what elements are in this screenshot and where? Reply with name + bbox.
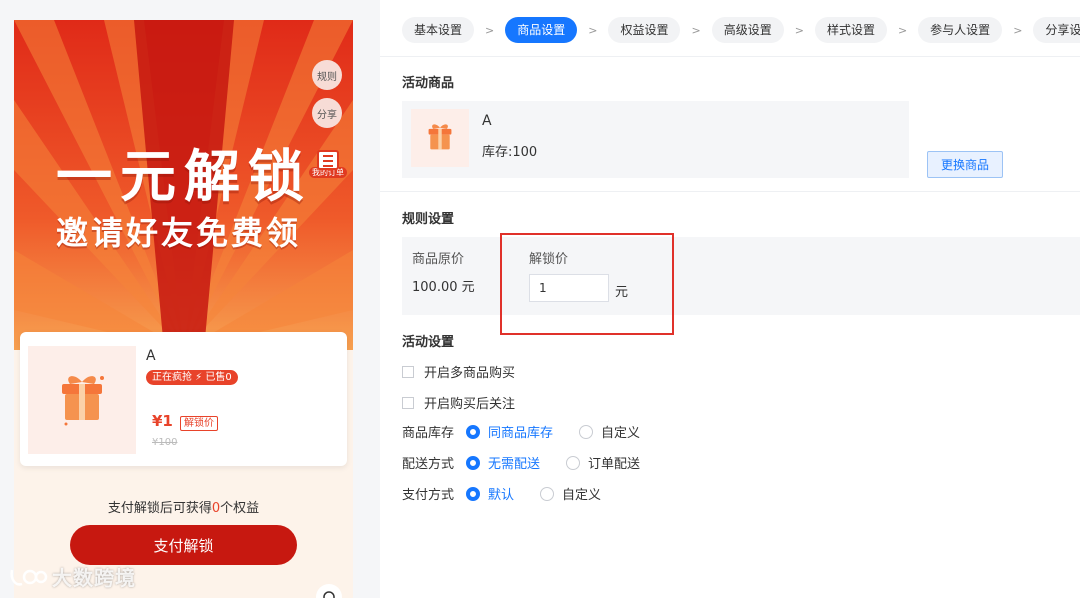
gift-icon [428,124,452,150]
radio-unchecked-icon[interactable] [566,455,581,470]
poster-subheadline: 邀请好友免费领 [56,214,302,252]
unlock-price: ¥1 [152,412,173,430]
rule-button[interactable]: 规则 [312,60,342,90]
follow-option[interactable]: 开启购买后关注 [402,393,515,412]
my-orders-button[interactable]: 我的订单 [308,150,348,184]
preview-panel: 一元解锁 邀请好友免费领 规则 分享 我的订单 A 正在疯抢 ⚡ 已售0 ¥1 … [0,0,380,598]
watermark-text: 大数跨境 [52,566,136,590]
radio-checked-icon[interactable] [466,486,480,501]
divider [380,56,1080,57]
step-style[interactable]: 样式设置 [814,17,887,43]
radio-unchecked-icon[interactable] [579,424,594,439]
product-name: A [146,348,156,364]
activity-goods-title: 活动商品 [402,76,455,91]
highlight-frame [500,233,674,335]
step-share[interactable]: 分享设置 [1033,17,1080,43]
poster-banner: 一元解锁 邀请好友免费领 规则 分享 我的订单 [14,20,353,350]
headset-icon[interactable] [316,584,342,598]
settings-panel: 基本设置 > 商品设置 > 权益设置 > 高级设置 > 样式设置 > 参与人设置… [380,0,1080,598]
stock-option-same[interactable]: 同商品库存 [466,422,553,441]
step-participants[interactable]: 参与人设置 [918,17,1003,43]
radio-checked-icon[interactable] [466,455,480,470]
step-nav: 基本设置 > 商品设置 > 权益设置 > 高级设置 > 样式设置 > 参与人设置… [402,17,1080,43]
activity-settings-title: 活动设置 [402,335,455,350]
delivery-option-order[interactable]: 订单配送 [566,453,640,472]
radio-checked-icon[interactable] [466,424,480,439]
benefit-suffix: 个权益 [220,501,260,516]
stock-radio-group: 商品库存 同商品库存 自定义 [402,422,666,441]
step-goods[interactable]: 商品设置 [505,17,578,43]
watermark-logo [10,569,48,586]
step-separator: > [588,23,598,37]
delivery-radio-group: 配送方式 无需配送 订单配送 [402,453,666,472]
goods-stock: 库存:100 [482,145,538,160]
step-separator: > [897,23,908,37]
product-card: A 正在疯抢 ⚡ 已售0 ¥1 解锁价 ¥100 [20,332,347,466]
delivery-label: 配送方式 [402,457,455,472]
original-price-label: 商品原价 [412,252,465,267]
payment-option-custom[interactable]: 自定义 [540,484,601,503]
follow-checkbox[interactable] [402,396,414,409]
step-separator: > [794,23,804,37]
poster-headline: 一元解锁 [56,145,312,210]
step-separator: > [485,23,495,37]
step-separator: > [1013,23,1023,37]
hot-sale-badge: 正在疯抢 ⚡ 已售0 [146,370,238,385]
follow-label: 开启购买后关注 [424,397,516,412]
goods-name: A [482,113,492,129]
rules-title: 规则设置 [402,212,455,227]
benefit-prefix: 支付解锁后可获得 [107,501,212,516]
payment-label: 支付方式 [402,488,455,503]
multi-goods-option[interactable]: 开启多商品购买 [402,362,515,381]
step-advanced[interactable]: 高级设置 [711,17,784,43]
change-goods-button[interactable]: 更换商品 [927,151,1003,178]
unlock-price-tag: 解锁价 [180,416,218,431]
order-list-icon [317,150,339,170]
gift-icon [62,376,104,426]
stock-option-custom[interactable]: 自定义 [579,422,640,441]
step-separator: > [691,23,701,37]
pay-unlock-button[interactable]: 支付解锁 [70,525,297,565]
phone-preview: 一元解锁 邀请好友免费领 规则 分享 我的订单 A 正在疯抢 ⚡ 已售0 ¥1 … [14,20,353,598]
step-benefits[interactable]: 权益设置 [608,17,681,43]
payment-option-default[interactable]: 默认 [466,484,514,503]
benefit-count: 0 [211,501,221,516]
radio-unchecked-icon[interactable] [540,486,555,501]
goods-thumbnail [411,109,469,167]
share-button[interactable]: 分享 [312,98,342,128]
activity-goods-box: A 库存:100 [402,101,909,178]
watermark: 大数跨境 [8,562,136,591]
payment-radio-group: 支付方式 默认 自定义 [402,484,627,503]
product-image [28,346,136,454]
delivery-option-none[interactable]: 无需配送 [466,453,540,472]
benefit-text: 支付解锁后可获得0个权益 [14,497,353,516]
step-basic[interactable]: 基本设置 [402,17,475,43]
divider [380,191,1080,192]
multi-goods-checkbox[interactable] [402,365,414,378]
multi-goods-label: 开启多商品购买 [424,366,516,381]
original-price: ¥100 [152,437,178,448]
original-price-value: 100.00 元 [412,280,475,295]
stock-label: 商品库存 [402,426,455,441]
